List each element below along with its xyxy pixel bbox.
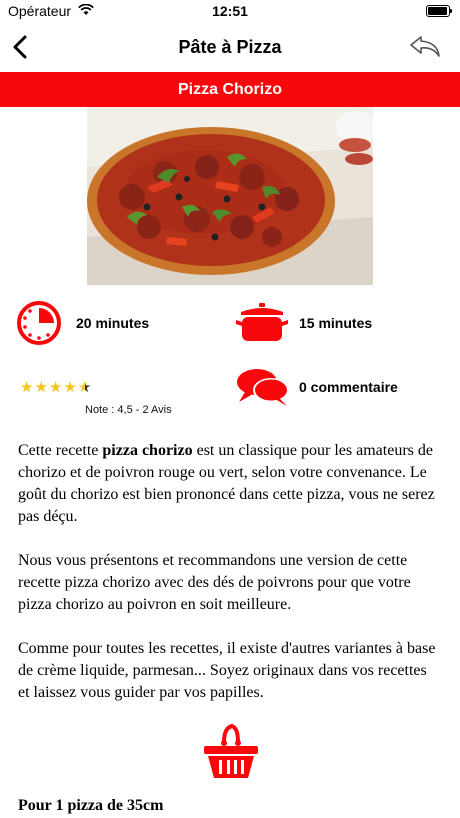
- cook-time: 15 minutes: [299, 315, 373, 331]
- timer-icon: [17, 301, 61, 345]
- cooking-pot-icon: [236, 303, 288, 341]
- status-bar: Opérateur 12:51: [0, 0, 460, 22]
- star-icon: ★: [63, 379, 78, 396]
- pizza-photo: [87, 107, 373, 285]
- star-rating: ★★★★★: [20, 378, 92, 396]
- comment-count[interactable]: 0 commentaire: [299, 379, 398, 395]
- description-paragraph: Comme pour toutes les recettes, il exist…: [18, 640, 436, 701]
- star-icon: ★: [48, 379, 64, 396]
- rating-note: Note : 4,5 - 2 Avis: [85, 404, 172, 416]
- battery-icon: [426, 5, 452, 17]
- recipe-description: Cette recette pizza chorizo est un class…: [18, 440, 442, 726]
- servings-heading: Pour 1 pizza de 35cm: [18, 797, 164, 814]
- speech-bubbles-icon[interactable]: [235, 366, 291, 410]
- reply-arrow-icon[interactable]: [408, 32, 442, 60]
- star-icon: ★: [20, 379, 35, 396]
- shopping-basket-icon[interactable]: [202, 722, 260, 780]
- star-icon: ★: [34, 379, 49, 396]
- half-star-icon: ★: [77, 379, 93, 396]
- description-paragraph: Cette recette pizza chorizo est un class…: [18, 442, 435, 525]
- recipe-title-banner: Pizza Chorizo: [0, 72, 460, 107]
- navigation-bar: Pâte à Pizza: [0, 22, 460, 72]
- clock: 12:51: [212, 3, 248, 19]
- prep-time: 20 minutes: [76, 315, 150, 331]
- description-paragraph: Nous vous présentons et recommandons une…: [18, 552, 411, 613]
- page-title: Pâte à Pizza: [178, 37, 282, 57]
